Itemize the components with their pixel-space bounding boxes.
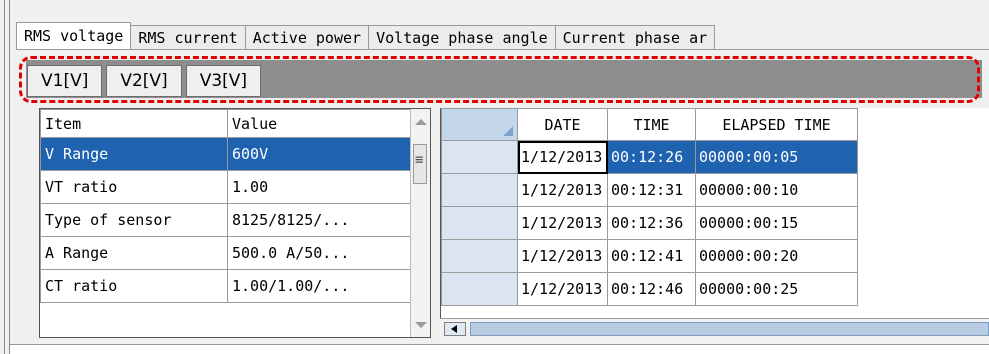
channel-tabs: V1[V] V2[V] V3[V]: [27, 65, 265, 97]
settings-value[interactable]: 8125/8125/...: [227, 203, 411, 237]
subtab-v1[interactable]: V1[V]: [27, 65, 103, 97]
scroll-thumb[interactable]: [413, 144, 427, 184]
settings-item[interactable]: VT ratio: [40, 170, 228, 204]
settings-row[interactable]: V Range 600V: [40, 137, 411, 171]
row-header[interactable]: [441, 206, 518, 240]
records-horizontal-scrollbar[interactable]: [440, 318, 989, 339]
tab-rms-current[interactable]: RMS current: [130, 25, 246, 49]
tab-voltage-phase-angle[interactable]: Voltage phase angle: [368, 25, 556, 49]
horizontal-scroll-thumb[interactable]: [470, 322, 989, 336]
table-row[interactable]: 1/12/2013 00:12:41 00000:00:20: [441, 239, 858, 273]
row-header[interactable]: [441, 272, 518, 306]
time-cell[interactable]: 00:12:41: [607, 239, 696, 273]
tab-active-power[interactable]: Active power: [244, 25, 370, 49]
row-header[interactable]: [441, 140, 518, 174]
settings-row[interactable]: Type of sensor 8125/8125/...: [40, 203, 411, 237]
settings-item[interactable]: A Range: [40, 236, 228, 270]
settings-row[interactable]: A Range 500.0 A/50...: [40, 236, 411, 270]
elapsed-cell[interactable]: 00000:00:15: [695, 206, 858, 240]
settings-value[interactable]: 600V: [227, 137, 411, 171]
settings-item[interactable]: V Range: [40, 137, 228, 171]
elapsed-cell[interactable]: 00000:00:25: [695, 272, 858, 306]
settings-grid: Item Value V Range 600V VT ratio 1.00 Ty…: [39, 108, 431, 338]
window-frame-left: [0, 0, 10, 354]
table-row[interactable]: 1/12/2013 00:12:31 00000:00:10: [441, 173, 858, 207]
subtab-v2[interactable]: V2[V]: [106, 65, 182, 97]
status-strip: [10, 344, 989, 354]
settings-item[interactable]: CT ratio: [40, 269, 228, 303]
records-grid: DATE TIME ELAPSED TIME 1/12/2013 00:12:2…: [440, 108, 989, 338]
table-row[interactable]: 1/12/2013 00:12:26 00000:00:05: [441, 140, 858, 174]
value-column-header[interactable]: Value: [227, 109, 411, 138]
date-cell[interactable]: 1/12/2013: [517, 239, 608, 273]
time-cell[interactable]: 00:12:46: [607, 272, 696, 306]
settings-value[interactable]: 500.0 A/50...: [227, 236, 411, 270]
settings-header-row: Item Value: [40, 109, 411, 138]
tab-rms-voltage[interactable]: RMS voltage: [16, 22, 132, 49]
select-all-corner[interactable]: [441, 108, 518, 141]
elapsed-column-header[interactable]: ELAPSED TIME: [695, 108, 858, 141]
records-header-row: DATE TIME ELAPSED TIME: [441, 108, 858, 141]
elapsed-cell[interactable]: 00000:00:05: [695, 140, 858, 174]
settings-row[interactable]: CT ratio 1.00/1.00/...: [40, 269, 411, 303]
scroll-left-icon[interactable]: [444, 322, 466, 336]
time-column-header[interactable]: TIME: [607, 108, 696, 141]
time-cell[interactable]: 00:12:26: [607, 140, 696, 174]
time-cell[interactable]: 00:12:31: [607, 173, 696, 207]
row-header[interactable]: [441, 239, 518, 273]
time-cell[interactable]: 00:12:36: [607, 206, 696, 240]
date-cell[interactable]: 1/12/2013: [517, 272, 608, 306]
table-row[interactable]: 1/12/2013 00:12:36 00000:00:15: [441, 206, 858, 240]
settings-value[interactable]: 1.00/1.00/...: [227, 269, 411, 303]
date-cell[interactable]: 1/12/2013: [517, 140, 608, 174]
settings-row[interactable]: VT ratio 1.00: [40, 170, 411, 204]
measurement-tabs: RMS voltage RMS current Active power Vol…: [16, 22, 716, 49]
elapsed-cell[interactable]: 00000:00:10: [695, 173, 858, 207]
subtab-v3[interactable]: V3[V]: [185, 65, 262, 97]
tab-current-phase-angle[interactable]: Current phase ar: [554, 25, 716, 49]
scroll-down-icon[interactable]: [415, 322, 427, 328]
date-cell[interactable]: 1/12/2013: [517, 173, 608, 207]
elapsed-cell[interactable]: 00000:00:20: [695, 239, 858, 273]
settings-vertical-scrollbar[interactable]: [410, 109, 430, 337]
settings-item[interactable]: Type of sensor: [40, 203, 228, 237]
table-row[interactable]: 1/12/2013 00:12:46 00000:00:25: [441, 272, 858, 306]
date-column-header[interactable]: DATE: [517, 108, 608, 141]
tab-divider: [16, 49, 989, 50]
scroll-up-icon[interactable]: [415, 119, 427, 125]
date-cell[interactable]: 1/12/2013: [517, 206, 608, 240]
row-header[interactable]: [441, 173, 518, 207]
item-column-header[interactable]: Item: [40, 109, 228, 138]
settings-value[interactable]: 1.00: [227, 170, 411, 204]
